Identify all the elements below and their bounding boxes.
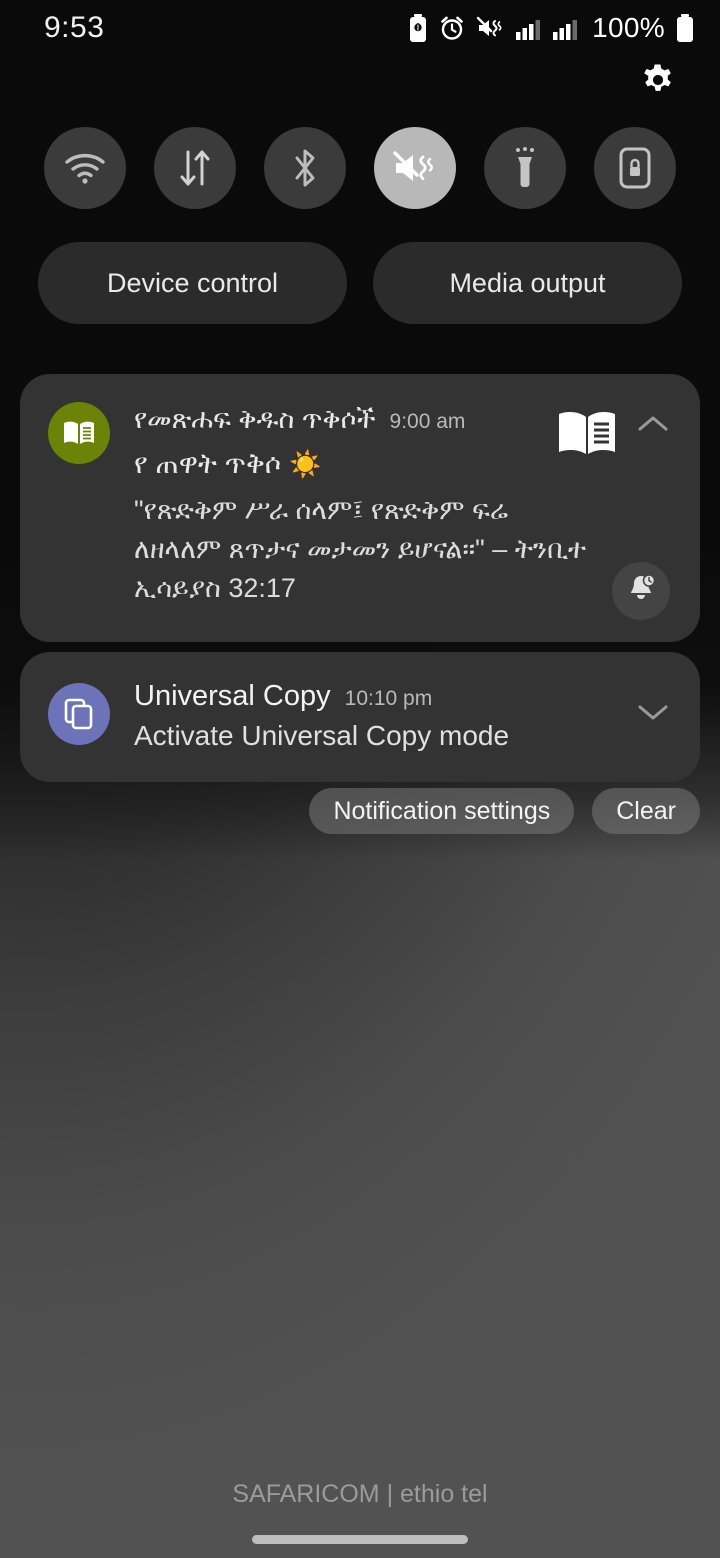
quick-settings-tiles — [0, 127, 720, 209]
notification-time: 9:00 am — [389, 410, 466, 433]
flashlight-icon — [507, 146, 543, 190]
quick-tile-flashlight[interactable] — [484, 127, 566, 209]
open-book-icon — [556, 408, 618, 460]
shade-header — [0, 58, 720, 106]
copy-pages-icon — [48, 683, 110, 745]
notification-time: 10:10 pm — [344, 687, 433, 710]
notification-app-name: Universal Copy — [134, 680, 331, 712]
media-output-button[interactable]: Media output — [373, 242, 682, 324]
chevron-up-icon[interactable] — [636, 412, 670, 436]
mute-vibrate-icon — [392, 148, 438, 188]
carrier-label: SAFARICOM | ethio tel — [232, 1480, 488, 1508]
status-bar-icons: 100% — [408, 12, 694, 44]
battery-saver-icon — [408, 14, 428, 42]
device-control-button[interactable]: Device control — [38, 242, 347, 324]
notification-header: የመጽሐፍ ቅዱስ ጥቅሶች 9:00 am — [134, 404, 592, 436]
signal-bars-sim1-icon — [515, 15, 541, 41]
chevron-down-icon[interactable] — [636, 700, 670, 724]
quick-tile-sound-mode[interactable] — [374, 127, 456, 209]
signal-bars-sim2-icon — [552, 15, 578, 41]
bell-clock-icon — [624, 572, 658, 611]
bluetooth-icon — [289, 146, 321, 190]
wifi-icon — [63, 151, 107, 185]
notification-title-row: የ ጠዋት ጥቅሶ ☀️ — [134, 448, 592, 481]
sun-emoji-icon: ☀️ — [289, 449, 322, 479]
notification-card-bible[interactable]: የመጽሐፍ ቅዱስ ጥቅሶች 9:00 am የ ጠዋት ጥቅሶ ☀️ "የጽድ… — [20, 374, 700, 642]
phone-screen: 9:53 100% Device control Media output የመ… — [0, 0, 720, 1558]
shade-pill-row: Device control Media output — [0, 242, 720, 324]
status-bar-clock: 9:53 — [44, 11, 105, 44]
notification-app-name: የመጽሐፍ ቅዱስ ጥቅሶች — [134, 404, 376, 434]
home-gesture-bar[interactable] — [252, 1535, 468, 1544]
notification-actions: Notification settings Clear — [0, 788, 720, 834]
notification-title: የ ጠዋት ጥቅሶ — [134, 448, 282, 479]
notification-header: Universal Copy 10:10 pm — [134, 680, 592, 713]
notification-list: የመጽሐፍ ቅዱስ ጥቅሶች 9:00 am የ ጠዋት ጥቅሶ ☀️ "የጽድ… — [20, 374, 700, 792]
snooze-button[interactable] — [612, 562, 670, 620]
mute-vibrate-icon — [476, 15, 504, 41]
notification-content: Universal Copy 10:10 pm Activate Univers… — [134, 680, 672, 752]
notification-card-universal-copy[interactable]: Universal Copy 10:10 pm Activate Univers… — [20, 652, 700, 782]
notification-text: "የጽድቅም ሥራ ሰላም፤ የጽድቅም ፍሬ ለዘላለም ጸጥታና መታመን … — [134, 495, 587, 604]
notification-settings-button[interactable]: Notification settings — [309, 788, 575, 834]
quick-tile-mobile-data[interactable] — [154, 127, 236, 209]
battery-icon — [676, 14, 694, 42]
rotation-lock-icon — [619, 147, 651, 189]
notification-title: Activate Universal Copy mode — [134, 720, 510, 751]
battery-percentage-label: 100% — [592, 12, 665, 43]
alarm-icon — [439, 15, 465, 41]
quick-tile-wifi[interactable] — [44, 127, 126, 209]
clear-all-button[interactable]: Clear — [592, 788, 700, 834]
data-transfer-icon — [175, 147, 215, 189]
gear-icon[interactable] — [638, 60, 678, 105]
status-bar: 9:53 100% — [0, 0, 720, 56]
book-icon — [48, 402, 110, 464]
quick-tile-rotation-lock[interactable] — [594, 127, 676, 209]
quick-tile-bluetooth[interactable] — [264, 127, 346, 209]
